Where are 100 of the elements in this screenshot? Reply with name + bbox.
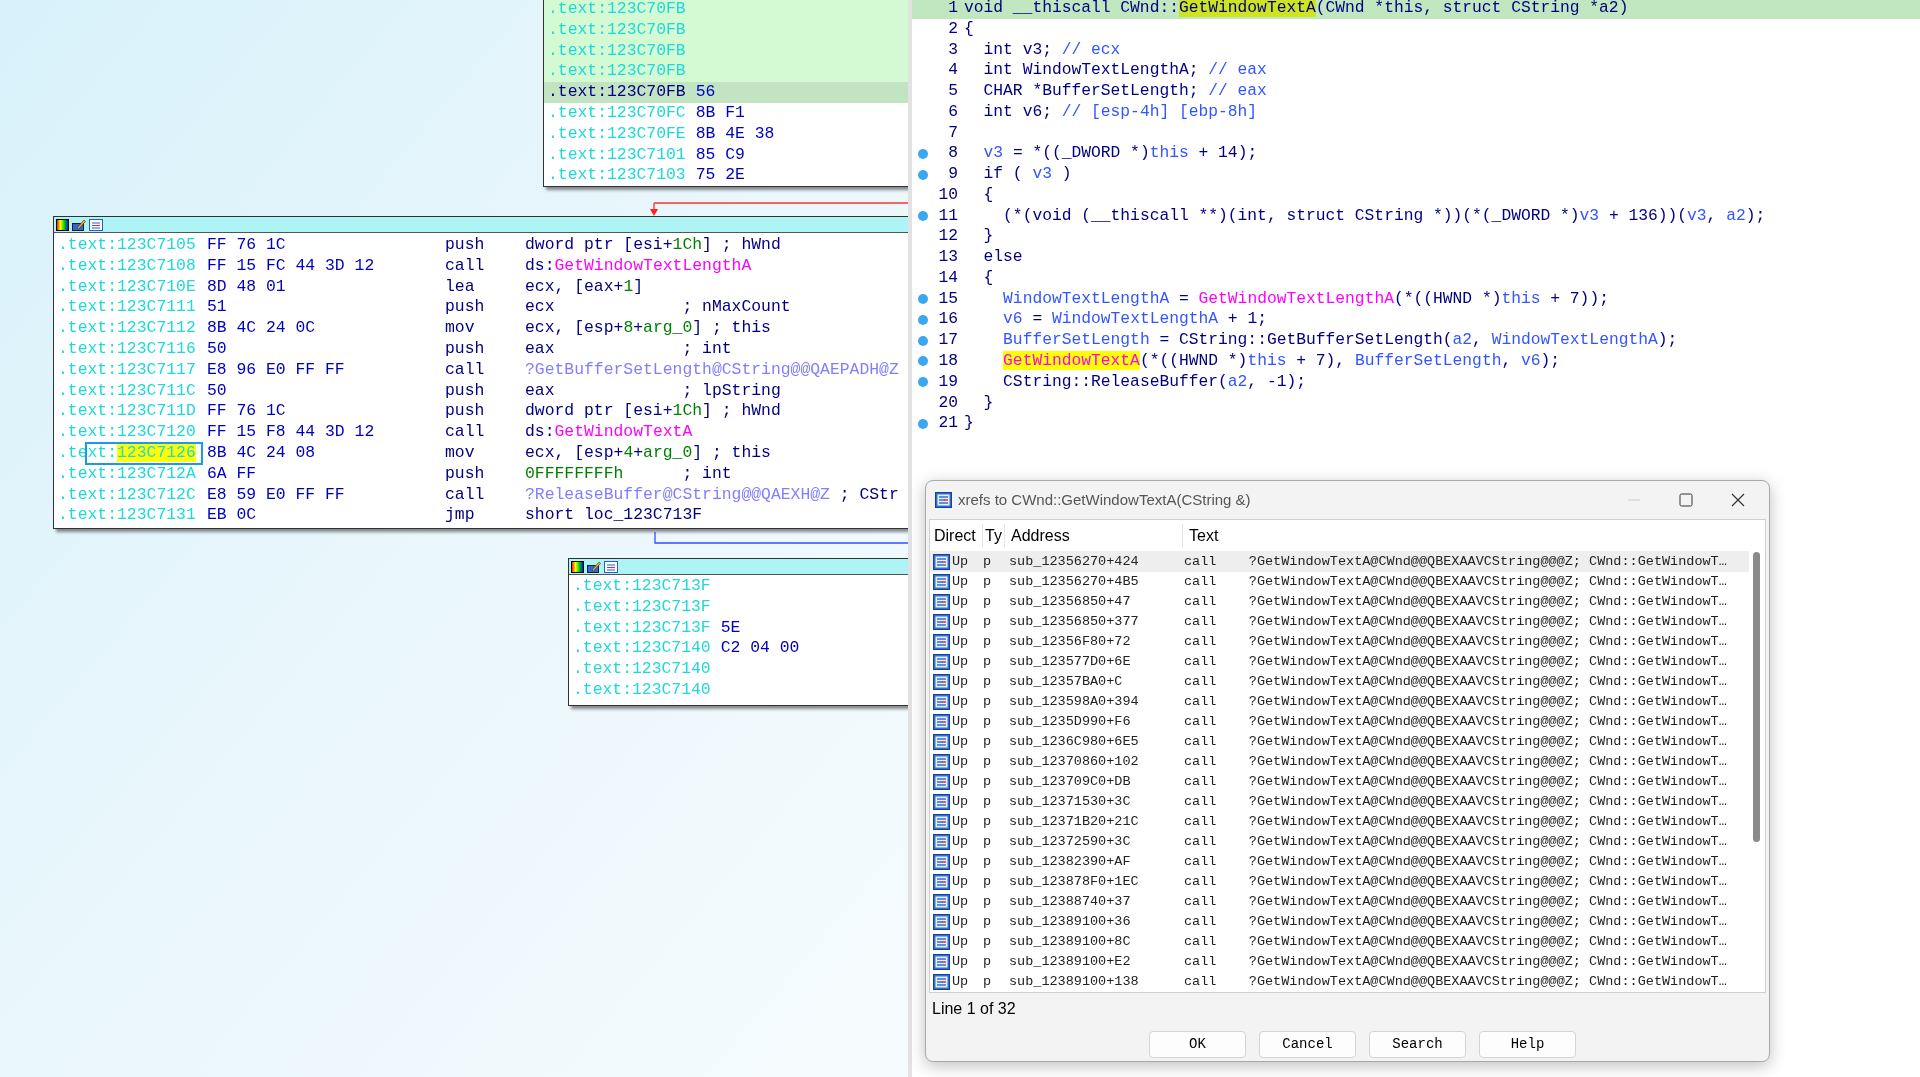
text-cell-text: call ?GetWindowTextA@CWnd@@QBEXAAVCString@@@Z; CWnd::GetWindowT… — [1184, 952, 1727, 971]
line-number: 15 — [937, 288, 958, 310]
address-label: .text:123C711C — [58, 380, 196, 402]
palette-icon[interactable] — [571, 560, 584, 573]
text-cell-text: call ?GetWindowTextA@CWnd@@QBEXAAVCString@@@Z; CWnd::GetWindowT… — [1184, 852, 1727, 871]
xref-row[interactable]: Up p sub_12382390+AF call ?GetWindowTextA@CWnd@@QBEXAAVCString@@@Z; CWnd::GetWindowT… — [930, 852, 1749, 872]
column-header[interactable]: Text — [1183, 523, 1219, 548]
opcode-bytes: 50 — [207, 339, 228, 360]
code-text: (*(void (__thiscall **)(int, struct CString *))(*(_DWORD *)v3 + 136))(v3, a2); — [1002, 205, 1766, 227]
line-number: 2 — [947, 18, 958, 40]
xref-row[interactable]: Up p sub_12388740+37 call ?GetWindowTextA@CWnd@@QBEXAAVCString@@@Z; CWnd::GetWindowT… — [930, 892, 1749, 912]
line-number: 20 — [937, 392, 958, 414]
code-row[interactable]: .text:123C7112 8B 4C 24 0C mov ecx, [esp+8+arg_0] ; this — [54, 318, 908, 339]
code-line[interactable]: 12 } — [912, 226, 1920, 248]
mnemonic: call — [445, 484, 486, 506]
xref-icon — [933, 774, 950, 790]
opcode-bytes: 8B 4C 24 08 — [207, 442, 317, 464]
xref-row[interactable]: Up p sub_12356F80+72 call ?GetWindowTextA@CWnd@@QBEXAAVCString@@@Z; CWnd::GetWindowT… — [930, 632, 1749, 652]
code-line[interactable]: 20 } — [912, 392, 1920, 414]
xref-row[interactable]: Up p sub_1236C980+6E5 call ?GetWindowTextA@CWnd@@QBEXAAVCString@@@Z; CWnd::GetWindowT… — [930, 732, 1749, 752]
dialog-button[interactable]: Help — [1479, 1031, 1576, 1058]
xref-row[interactable]: Up p sub_12370860+102 call ?GetWindowTextA@CWnd@@QBEXAAVCString@@@Z; CWnd::GetWindowT… — [930, 752, 1749, 772]
code-line[interactable]: 3 int v3; // ecx — [912, 39, 1920, 61]
code-line[interactable]: 13 else — [912, 247, 1920, 268]
text-cell-text: call ?GetWindowTextA@CWnd@@QBEXAAVCString@@@Z; CWnd::GetWindowT… — [1184, 732, 1727, 751]
code-line[interactable]: 19 CString::ReleaseBuffer(a2, -1); — [912, 371, 1920, 393]
xref-icon — [933, 714, 950, 730]
code-row[interactable]: .text:123C7131 EB 0C jmp short loc_123C713F — [54, 505, 908, 527]
code-line[interactable]: 2 { — [912, 18, 1920, 40]
code-line[interactable]: 5 CHAR *BufferSetLength; // eax — [912, 81, 1920, 102]
type-cell-text: p — [983, 732, 993, 751]
code-row[interactable]: .text:123C7108 FF 15 FC 44 3D 12 call ds:GetWindowTextLengthA — [54, 255, 908, 277]
xref-row[interactable]: Up p sub_12356270+424 call ?GetWindowTextA@CWnd@@QBEXAAVCString@@@Z; CWnd::GetWindowT… — [930, 552, 1749, 572]
column-header[interactable]: Direct — [930, 523, 983, 548]
code-line[interactable]: 6 int v6; // [esp-4h] [ebp-8h] — [912, 101, 1920, 123]
xref-row[interactable]: Up p sub_123878F0+1EC call ?GetWindowTextA@CWnd@@QBEXAAVCString@@@Z; CWnd::GetWindowT… — [930, 872, 1749, 892]
code-row[interactable]: .text:123C7111 51 push ecx ; nMaxCount — [54, 297, 908, 319]
code-row[interactable]: .text:123C712A 6A FF push 0FFFFFFFFh ; int — [54, 463, 908, 485]
column-header[interactable]: Ty — [983, 523, 1005, 548]
xref-row[interactable]: Up p sub_12371530+3C call ?GetWindowTextA@CWnd@@QBEXAAVCString@@@Z; CWnd::GetWindowT… — [930, 792, 1749, 812]
xref-row[interactable]: Up p sub_12357BA0+C call ?GetWindowTextA@CWnd@@QBEXAAVCString@@@Z; CWnd::GetWindowT… — [930, 672, 1749, 692]
maximize-icon[interactable] — [1679, 493, 1693, 507]
address-label: .text:123C7120 — [58, 422, 196, 443]
code-row[interactable]: .text:123C7120 FF 15 F8 44 3D 12 call ds:GetWindowTextA — [54, 422, 908, 443]
operand: ?ReleaseBuffer@CString@@QAEXH@Z ; CStr — [525, 484, 899, 506]
palette-icon[interactable] — [56, 218, 69, 231]
xref-row[interactable]: Up p sub_12389100+36 call ?GetWindowTextA@CWnd@@QBEXAAVCString@@@Z; CWnd::GetWindowT… — [930, 912, 1749, 932]
code-line[interactable]: 9 if ( v3 ) — [912, 164, 1920, 185]
type-cell-text: p — [983, 952, 993, 971]
dialog-button[interactable]: OK — [1149, 1031, 1246, 1058]
xref-row[interactable]: Up p sub_123709C0+DB call ?GetWindowTextA@CWnd@@QBEXAAVCString@@@Z; CWnd::GetWindowT… — [930, 772, 1749, 792]
graph-icon[interactable] — [89, 218, 103, 231]
dialog-button[interactable]: Cancel — [1259, 1031, 1356, 1058]
xref-row[interactable]: Up p sub_123598A0+394 call ?GetWindowTextA@CWnd@@QBEXAAVCString@@@Z; CWnd::GetWindowT… — [930, 692, 1749, 712]
code-row[interactable]: .text:123C711C 50 push eax ; lpString — [54, 380, 908, 402]
code-line[interactable]: 17 BufferSetLength = CString::GetBufferSetLength(a2, WindowTextLengthA); — [912, 330, 1920, 351]
code-line[interactable]: 10 { — [912, 184, 1920, 206]
operand: 0FFFFFFFFh ; int — [525, 463, 732, 485]
xref-row[interactable]: Up p sub_12356850+47 call ?GetWindowTextA@CWnd@@QBEXAAVCString@@@Z; CWnd::GetWindowT… — [930, 592, 1749, 612]
xref-row[interactable]: Up p sub_12372590+3C call ?GetWindowTextA@CWnd@@QBEXAAVCString@@@Z; CWnd::GetWindowT… — [930, 832, 1749, 852]
operand: dword ptr [esi+1Ch] ; hWnd — [525, 235, 781, 256]
code-row[interactable]: .text:123C711D FF 76 1C push dword ptr [esi+1Ch] ; hWnd — [54, 401, 908, 423]
code-line[interactable]: 21 } — [912, 413, 1920, 435]
dialog-button[interactable]: Search — [1369, 1031, 1466, 1058]
code-row[interactable]: .text:123C70FB 56 — [544, 82, 908, 103]
xref-row[interactable]: Up p sub_12356850+377 call ?GetWindowTextA@CWnd@@QBEXAAVCString@@@Z; CWnd::GetWindowT… — [930, 612, 1749, 632]
code-line[interactable]: 4 int WindowTextLengthA; // eax — [912, 60, 1920, 82]
opcode-bytes: 85 C9 — [695, 144, 745, 166]
pencil-icon[interactable] — [587, 560, 601, 573]
code-line[interactable]: 11 (*(void (__thiscall **)(int, struct CString *))(*(_DWORD *)v3 + 136))(v3, a2); — [912, 205, 1920, 227]
code-line[interactable]: 8 v3 = *((_DWORD *)this + 14); — [912, 143, 1920, 165]
code-row[interactable]: .text:123C7116 50 push eax ; int — [54, 339, 908, 360]
pencil-icon[interactable] — [72, 218, 86, 231]
code-row[interactable]: .text:123C712C E8 59 E0 FF FF call ?ReleaseBuffer@CString@@QAEXH@Z ; CStr — [54, 484, 908, 506]
code-line[interactable]: 14 { — [912, 267, 1920, 289]
direction-cell-text: Up — [952, 772, 970, 791]
direction-cell-text: Up — [952, 672, 970, 691]
opcode-bytes: FF 15 FC 44 3D 12 — [207, 255, 376, 277]
mnemonic: call — [445, 255, 486, 277]
scrollbar-thumb[interactable] — [1753, 552, 1760, 842]
code-line[interactable]: 15 WindowTextLengthA = GetWindowTextLengthA(*((HWND *)this + 7)); — [912, 288, 1920, 310]
xref-row[interactable]: Up p sub_12371B20+21C call ?GetWindowTextA@CWnd@@QBEXAAVCString@@@Z; CWnd::GetWindowT… — [930, 812, 1749, 832]
column-header[interactable]: Address — [1005, 523, 1183, 548]
xref-row[interactable]: Up p sub_12389100+138 call ?GetWindowTextA@CWnd@@QBEXAAVCString@@@Z; CWnd::GetWindowT… — [930, 972, 1749, 992]
xref-row[interactable]: Up p sub_12356270+4B5 call ?GetWindowTextA@CWnd@@QBEXAAVCString@@@Z; CWnd::GetWindowT… — [930, 572, 1749, 592]
code-text: int v6; // [esp-4h] [ebp-8h] — [982, 101, 1258, 123]
xref-row[interactable]: Up p sub_12389100+8C call ?GetWindowTextA@CWnd@@QBEXAAVCString@@@Z; CWnd::GetWindowT… — [930, 932, 1749, 952]
code-row[interactable]: .text:123C7105 FF 76 1C push dword ptr [esi+1Ch] ; hWnd — [54, 235, 908, 256]
code-text: else — [982, 247, 1023, 268]
code-line[interactable]: 7 — [912, 122, 1920, 144]
xref-row[interactable]: Up p sub_12389100+E2 call ?GetWindowTextA@CWnd@@QBEXAAVCString@@@Z; CWnd::GetWindowT… — [930, 952, 1749, 972]
close-icon[interactable] — [1731, 493, 1745, 507]
code-row[interactable]: .text:123C7103 75 2E — [544, 165, 908, 187]
graph-icon[interactable] — [604, 560, 618, 573]
xref-row[interactable]: Up p sub_123577D0+6E call ?GetWindowTextA@CWnd@@QBEXAAVCString@@@Z; CWnd::GetWindowT… — [930, 652, 1749, 672]
xref-row[interactable]: Up p sub_1235D990+F6 call ?GetWindowTextA@CWnd@@QBEXAAVCString@@@Z; CWnd::GetWindowT… — [930, 712, 1749, 732]
code-row[interactable]: .text:123C710E 8D 48 01 lea ecx, [eax+1] — [54, 276, 908, 298]
type-cell-text: p — [983, 572, 993, 591]
code-row[interactable]: .text:123C7117 E8 96 E0 FF FF call ?GetBufferSetLength@CString@@QAEPADH@Z — [54, 359, 908, 381]
code-line[interactable]: 16 v6 = WindowTextLengthA + 1; — [912, 309, 1920, 331]
